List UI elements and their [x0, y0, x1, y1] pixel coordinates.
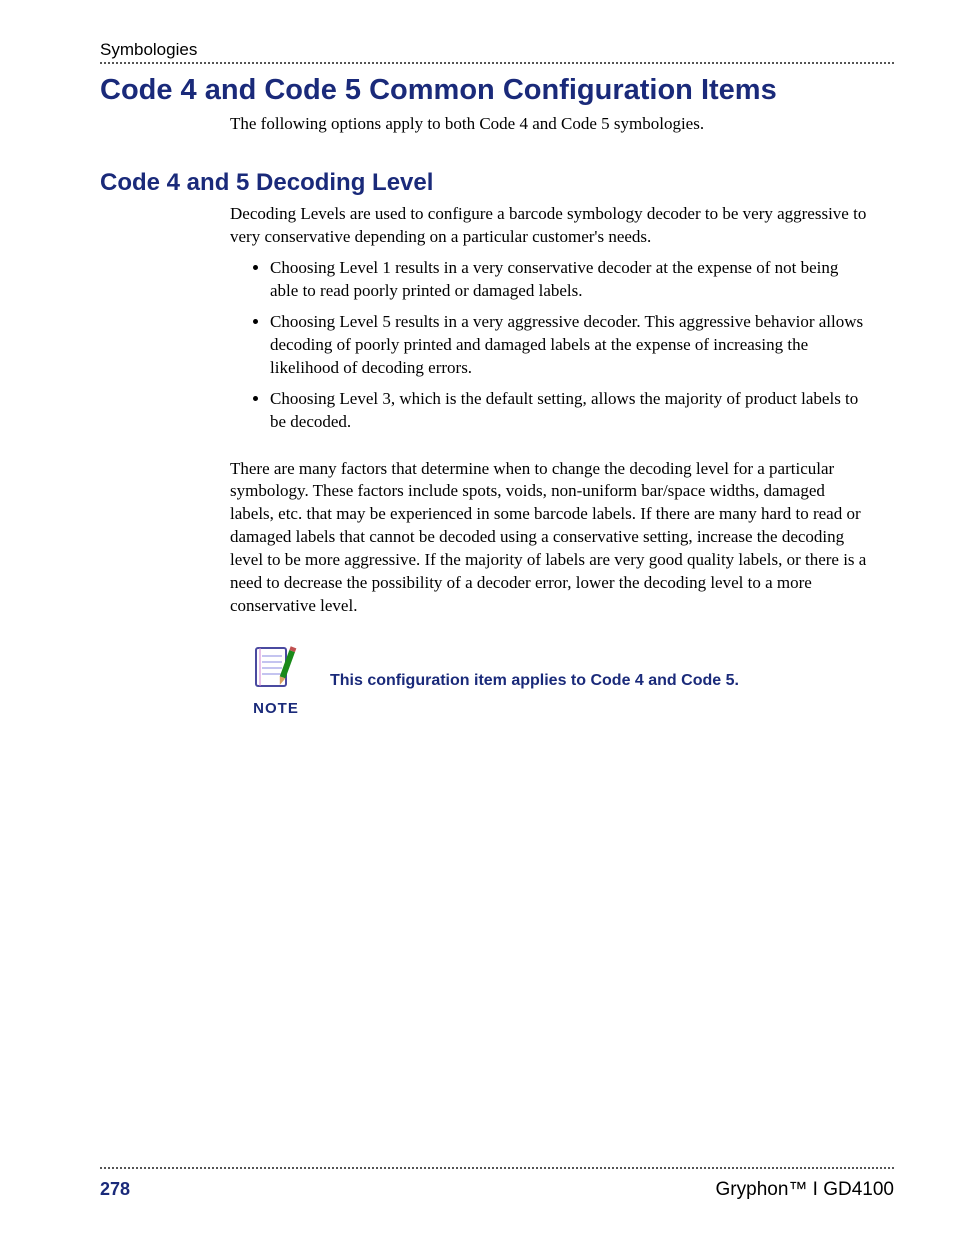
notepad-pencil-icon — [250, 644, 302, 696]
heading-main: Code 4 and Code 5 Common Configuration I… — [100, 74, 894, 107]
running-header: Symbologies — [100, 40, 894, 60]
header-rule — [100, 62, 894, 64]
note-text: This configuration item applies to Code … — [330, 672, 739, 690]
decoding-intro-block: Decoding Levels are used to configure a … — [230, 203, 870, 249]
factors-text: There are many factors that determine wh… — [230, 458, 870, 619]
bullet-item: Choosing Level 5 results in a very aggre… — [270, 311, 870, 380]
footer-rule — [100, 1167, 894, 1169]
decoding-intro: Decoding Levels are used to configure a … — [230, 203, 870, 249]
bullet-list: Choosing Level 1 results in a very conse… — [230, 257, 870, 434]
factors-block: There are many factors that determine wh… — [230, 458, 870, 619]
product-name: Gryphon™ I GD4100 — [716, 1179, 894, 1201]
heading-sub: Code 4 and 5 Decoding Level — [100, 169, 894, 197]
bullet-item: Choosing Level 1 results in a very conse… — [270, 257, 870, 303]
page-number: 278 — [100, 1179, 130, 1200]
intro-text: The following options apply to both Code… — [230, 113, 870, 135]
footer: 278 Gryphon™ I GD4100 — [100, 1179, 894, 1201]
bullet-item: Choosing Level 3, which is the default s… — [270, 388, 870, 434]
page: Symbologies Code 4 and Code 5 Common Con… — [0, 0, 954, 1235]
note-label: NOTE — [253, 700, 299, 717]
note-icon-column: NOTE — [250, 644, 302, 717]
note-callout: NOTE This configuration item applies to … — [250, 644, 894, 717]
